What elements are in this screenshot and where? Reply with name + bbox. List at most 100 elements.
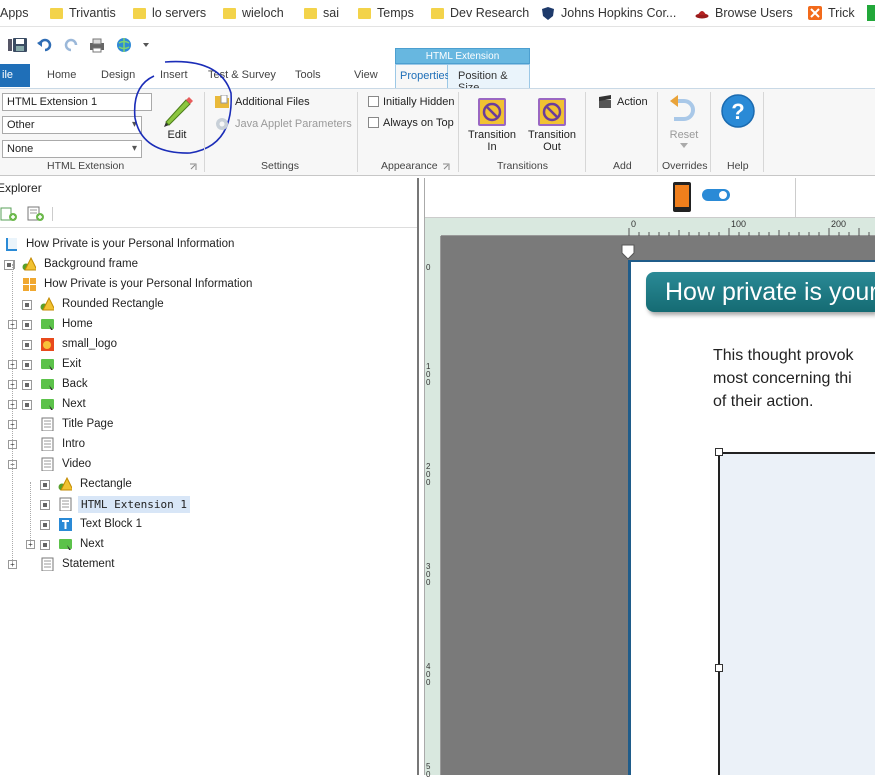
tree-item[interactable]: + Next [0, 536, 418, 554]
page-icon [41, 457, 54, 471]
publish-globe-icon[interactable] [116, 37, 132, 53]
visibility-checkbox[interactable] [22, 320, 32, 330]
tree-item-label: Next [80, 538, 104, 550]
tree-item[interactable]: − Background frame [0, 256, 418, 274]
print-icon[interactable] [89, 37, 105, 53]
none-select[interactable]: None [2, 140, 142, 158]
tree-item[interactable]: − Video [0, 456, 418, 474]
tree-item[interactable]: How Private is your Personal Information [0, 236, 418, 254]
visibility-checkbox[interactable] [40, 500, 50, 510]
tree-item[interactable]: + Exit [0, 356, 418, 374]
tree-item-label: Exit [62, 358, 82, 370]
vertical-ruler: 0 1 0 0 2 0 0 3 0 0 4 0 0 5 0 [425, 236, 441, 779]
resize-handle[interactable] [715, 664, 723, 672]
tree-item[interactable]: + Intro [0, 436, 418, 454]
explorer-tree: How Private is your Personal Information… [0, 232, 418, 775]
toolbar-divider [52, 207, 53, 221]
bookmark-label: wieloch [242, 6, 284, 20]
tree-item[interactable]: + Back [0, 376, 418, 394]
visibility-checkbox[interactable] [22, 400, 32, 410]
bookmark-label: Temps [377, 6, 414, 20]
svg-text:?: ? [731, 99, 744, 124]
tree-item[interactable]: Rectangle [0, 476, 418, 494]
always-on-top-label: Always on Top [383, 117, 454, 129]
tree-item[interactable]: Text Block 1 [0, 516, 418, 534]
tree-item[interactable]: + Title Page [0, 416, 418, 434]
ruler-label: 100 [731, 219, 747, 229]
extension-icon[interactable] [867, 5, 875, 21]
tree-item-label: HTML Extension 1 [78, 496, 190, 513]
group-overrides: Overrides [662, 160, 708, 172]
customize-chevron-icon[interactable] [141, 37, 157, 53]
body-text-line: most concerning thi [713, 370, 852, 387]
redo-icon[interactable] [63, 37, 79, 53]
dialog-launcher-icon[interactable] [189, 163, 197, 171]
intro-text-block[interactable]: This thought provok most concerning thi … [713, 344, 875, 414]
undo-icon[interactable] [37, 37, 53, 53]
bookmark-browse-users[interactable]: Browse Users [695, 5, 793, 21]
tab-file[interactable]: ile [0, 64, 30, 87]
button-icon [41, 359, 54, 370]
tab-properties[interactable]: Properties [395, 64, 451, 88]
explorer-toolbar [0, 200, 418, 228]
bookmark-temps[interactable]: Temps [358, 5, 414, 21]
add-chapter-icon[interactable] [27, 206, 45, 222]
dialog-launcher-icon[interactable] [442, 163, 450, 171]
page-title-banner[interactable]: How private is your [646, 272, 875, 312]
phone-preview-icon[interactable] [672, 181, 692, 213]
tree-item[interactable]: + Statement [0, 556, 418, 574]
tab-position-size[interactable]: Position & Size [448, 64, 530, 94]
tree-item-label: Text Block 1 [80, 518, 142, 530]
tree-item-label: Background frame [44, 258, 138, 270]
tree-item[interactable]: + Next [0, 396, 418, 414]
transition-in-icon[interactable] [477, 97, 507, 127]
always-on-top-checkbox[interactable] [368, 117, 379, 128]
transition-in-label[interactable]: Transition In [466, 129, 518, 153]
tree-item[interactable]: Rounded Rectangle [0, 296, 418, 314]
visibility-checkbox[interactable] [22, 300, 32, 310]
visibility-checkbox[interactable] [40, 480, 50, 490]
ribbon-divider [204, 92, 205, 172]
add-page-icon[interactable] [0, 206, 18, 222]
bookmark-trick[interactable]: Trick [808, 5, 855, 21]
resize-handle[interactable] [715, 448, 723, 456]
page-icon [41, 417, 54, 431]
reset-dropdown-icon [680, 143, 688, 148]
bookmark-trivantis[interactable]: Trivantis [50, 5, 116, 21]
ruler-marker-icon[interactable] [621, 244, 635, 260]
visibility-checkbox[interactable] [22, 340, 32, 350]
visibility-checkbox[interactable] [22, 360, 32, 370]
bookmark-apps[interactable]: Apps [0, 5, 29, 21]
transition-out-label[interactable]: Transition Out [524, 129, 580, 153]
bookmark-wieloch[interactable]: wieloch [223, 5, 284, 21]
tree-item[interactable]: How Private is your Personal Information [0, 276, 418, 294]
type-select[interactable]: Other [2, 116, 142, 134]
action-button[interactable]: Action [617, 96, 648, 108]
bookmark-sai[interactable]: sai [304, 5, 339, 21]
tree-item-selected[interactable]: HTML Extension 1 [0, 496, 418, 514]
html-extension-object[interactable] [718, 452, 875, 775]
tree-item[interactable]: small_logo [0, 336, 418, 354]
tree-item[interactable]: + Home [0, 316, 418, 334]
transition-out-icon[interactable] [537, 97, 567, 127]
tab-home[interactable]: Home [47, 69, 76, 81]
group-help: Help [727, 160, 749, 172]
tab-properties-label: Properties [400, 70, 451, 82]
save-icon[interactable] [12, 37, 28, 53]
visibility-checkbox[interactable] [40, 540, 50, 550]
visibility-checkbox[interactable] [40, 520, 50, 530]
visibility-checkbox[interactable] [22, 380, 32, 390]
bookmark-johns-hopkins[interactable]: Johns Hopkins Cor... [541, 5, 676, 21]
additional-files-button[interactable]: Additional Files [235, 96, 310, 108]
ruler-label: 2 0 0 [426, 462, 431, 487]
initially-hidden-checkbox[interactable] [368, 96, 379, 107]
tab-view[interactable]: View [354, 69, 378, 81]
tab-tools[interactable]: Tools [295, 69, 321, 81]
panel-splitter[interactable] [417, 178, 425, 775]
help-icon[interactable]: ? [720, 93, 756, 129]
bookmark-lo-servers[interactable]: lo servers [133, 5, 206, 21]
x-badge-icon [808, 6, 822, 20]
bookmark-dev-research[interactable]: Dev Research [431, 5, 529, 21]
orientation-toggle-icon[interactable] [701, 187, 731, 203]
text-block-icon [59, 518, 72, 531]
